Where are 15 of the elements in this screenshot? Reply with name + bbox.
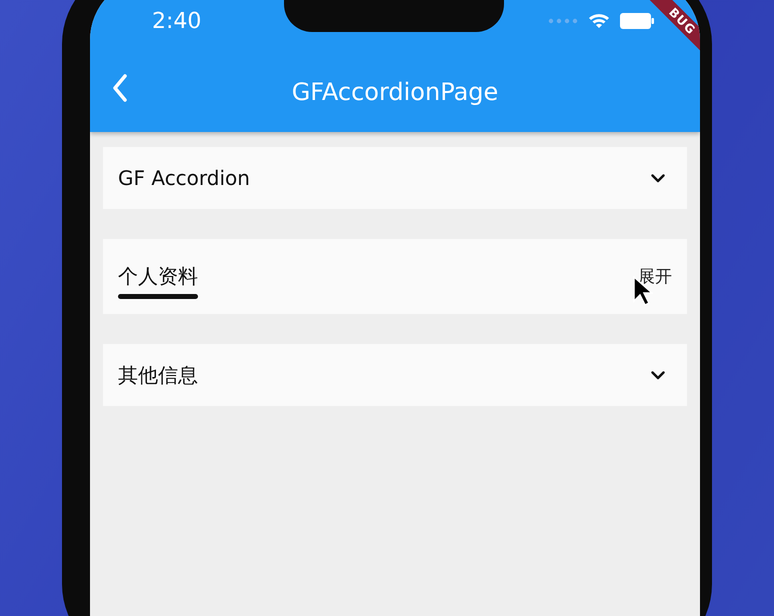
status-time: 2:40 (152, 8, 202, 34)
expand-label: 展开 (638, 266, 672, 288)
accordion-header[interactable]: 个人资料 展开 (103, 239, 687, 314)
battery-icon (620, 13, 654, 29)
chevron-down-icon (651, 174, 665, 182)
accordion-header[interactable]: 其他信息 (103, 344, 687, 406)
page-title: GFAccordionPage (292, 78, 498, 106)
chevron-down-icon (651, 370, 665, 380)
accordion-title: 其他信息 (118, 362, 198, 388)
back-icon[interactable] (112, 74, 128, 102)
accordion-header[interactable]: GF Accordion (103, 147, 687, 209)
accordion-title: 个人资料 (118, 262, 198, 290)
wifi-icon (588, 13, 610, 29)
signal-icon (548, 18, 578, 24)
accordion-title: GF Accordion (118, 166, 250, 190)
